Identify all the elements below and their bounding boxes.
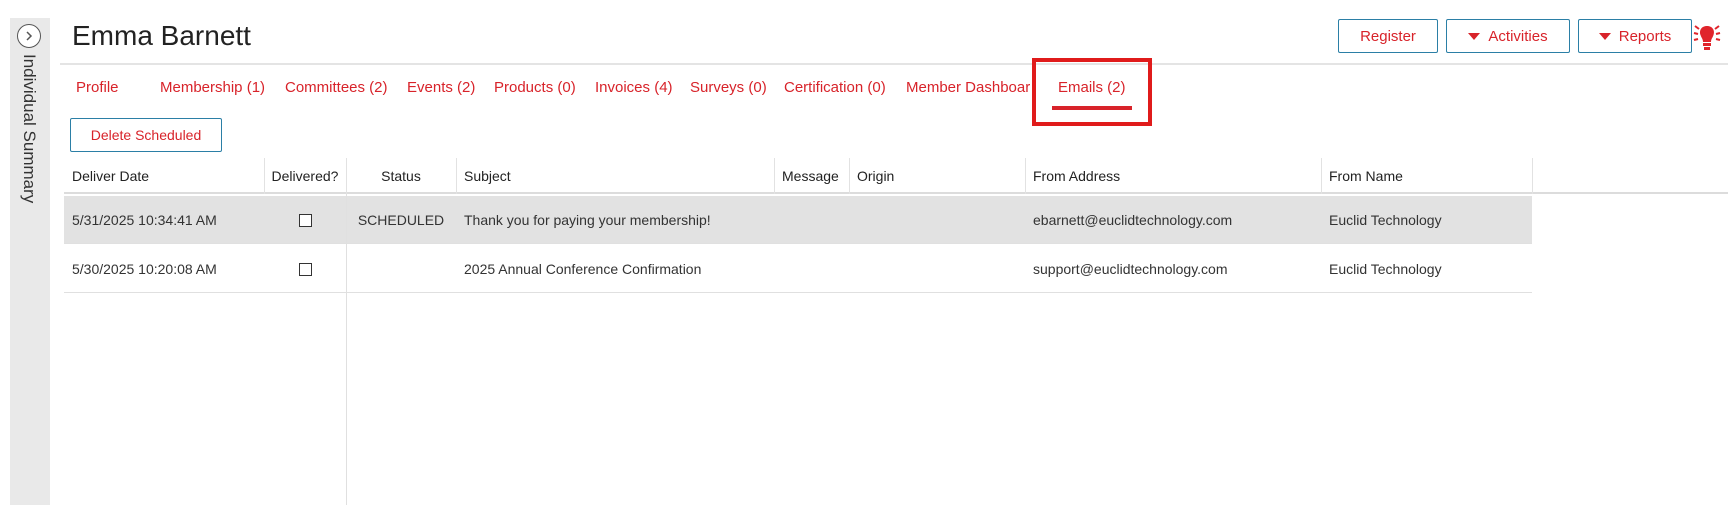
column-header-from-name[interactable]: From Name <box>1321 158 1532 194</box>
highlight-box <box>1032 58 1152 126</box>
tab-member-dashboard[interactable]: Member Dashboard <box>906 79 1030 96</box>
origin-cell <box>849 196 1025 244</box>
page-title: Emma Barnett <box>72 20 251 51</box>
register-button-label: Register <box>1360 27 1416 45</box>
delivered-cell <box>264 196 346 244</box>
status-cell: SCHEDULED <box>357 212 445 228</box>
reports-button[interactable]: Reports <box>1578 19 1692 53</box>
tab-membership[interactable]: Membership (1) <box>160 79 265 96</box>
caret-down-icon <box>1468 32 1481 40</box>
delivered-checkbox[interactable] <box>298 213 312 227</box>
grid-header: Deliver Date Delivered? Status Subject M… <box>64 158 1728 194</box>
message-cell <box>774 245 849 293</box>
tab-committees[interactable]: Committees (2) <box>285 79 388 96</box>
delivered-checkbox[interactable] <box>298 262 312 276</box>
column-header-subject[interactable]: Subject <box>456 158 774 194</box>
status-cell <box>346 245 456 293</box>
from-name-cell: Euclid Technology <box>1329 212 1442 228</box>
tab-profile[interactable]: Profile <box>76 79 119 96</box>
tab-events[interactable]: Events (2) <box>407 79 475 96</box>
column-header-origin[interactable]: Origin <box>849 158 1025 194</box>
lightbulb-icon[interactable] <box>1692 22 1722 52</box>
activities-button[interactable]: Activities <box>1446 19 1570 53</box>
origin-cell <box>849 245 1025 293</box>
tab-certification[interactable]: Certification (0) <box>784 79 886 96</box>
sidebar: Individual Summary <box>10 18 50 505</box>
header-divider <box>60 63 1728 65</box>
delete-scheduled-button[interactable]: Delete Scheduled <box>70 118 222 152</box>
register-button[interactable]: Register <box>1338 19 1438 53</box>
delete-scheduled-label: Delete Scheduled <box>90 127 202 143</box>
emails-grid: Deliver Date Delivered? Status Subject M… <box>64 158 1728 505</box>
tab-invoices[interactable]: Invoices (4) <box>595 79 673 96</box>
column-header-delivered[interactable]: Delivered? <box>264 158 346 194</box>
delivered-cell <box>264 245 346 293</box>
table-row[interactable]: 5/30/2025 10:20:08 AM 2025 Annual Confer… <box>64 245 1532 293</box>
column-header-deliver-date[interactable]: Deliver Date <box>64 158 264 194</box>
column-header-message[interactable]: Message <box>774 158 849 194</box>
from-address-cell: support@euclidtechnology.com <box>1033 261 1228 277</box>
message-cell <box>774 196 849 244</box>
table-row[interactable]: 5/31/2025 10:34:41 AM SCHEDULED Thank yo… <box>64 196 1532 244</box>
chevron-right-circle-icon[interactable] <box>17 24 41 48</box>
activities-button-label: Activities <box>1488 27 1548 45</box>
sidebar-label[interactable]: Individual Summary <box>19 54 39 203</box>
deliver-date-cell: 5/31/2025 10:34:41 AM <box>72 212 217 228</box>
column-header-status[interactable]: Status <box>346 158 456 194</box>
from-address-cell: ebarnett@euclidtechnology.com <box>1033 212 1233 228</box>
frozen-column-separator <box>346 194 347 505</box>
tab-surveys[interactable]: Surveys (0) <box>690 79 767 96</box>
subject-cell: 2025 Annual Conference Confirmation <box>464 261 702 277</box>
column-separator <box>1532 158 1533 194</box>
from-name-cell: Euclid Technology <box>1329 261 1442 277</box>
reports-button-label: Reports <box>1618 27 1672 45</box>
tab-products[interactable]: Products (0) <box>494 79 576 96</box>
caret-down-icon <box>1598 32 1611 40</box>
subject-cell: Thank you for paying your membership! <box>464 212 711 228</box>
column-header-from-address[interactable]: From Address <box>1025 158 1321 194</box>
deliver-date-cell: 5/30/2025 10:20:08 AM <box>72 261 217 277</box>
